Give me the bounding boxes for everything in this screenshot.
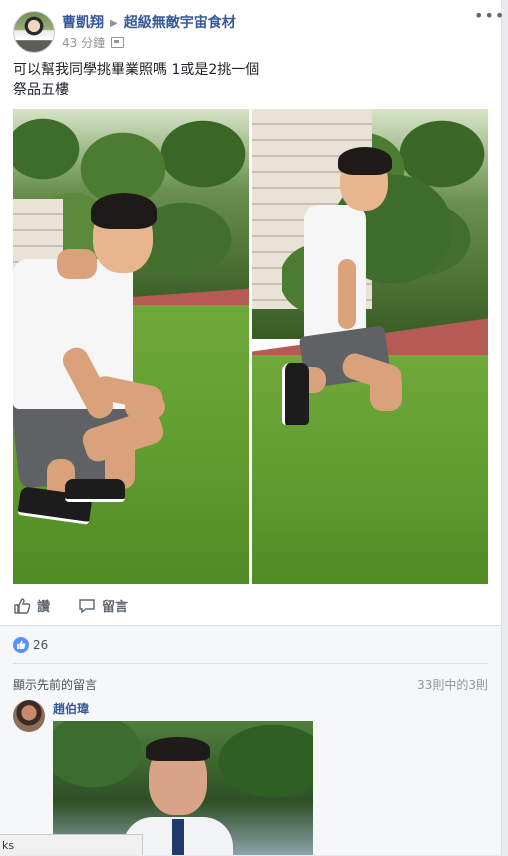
- divider: [13, 663, 488, 664]
- commenter-name-link[interactable]: 趙伯瑋: [53, 700, 89, 717]
- arrow-right-icon: ▶: [110, 18, 118, 29]
- author-avatar[interactable]: [13, 11, 55, 53]
- post-photo-2[interactable]: [252, 109, 488, 584]
- comments-section: 26 顯示先前的留言 33則中的3則 趙伯瑋: [0, 626, 501, 855]
- thumbs-up-icon: [14, 598, 31, 614]
- reaction-count: 26: [33, 638, 49, 652]
- post-text-line: 可以幫我同學挑畢業照嗎 1或是2挑一個: [13, 62, 260, 78]
- like-label: 讚: [37, 600, 51, 615]
- post-meta: 43 分鐘: [62, 34, 125, 51]
- more-options-icon[interactable]: •••: [474, 6, 505, 25]
- post-text: 可以幫我同學挑畢業照嗎 1或是2挑一個 祭品五樓: [13, 60, 259, 100]
- post-actions: 讚 留言: [0, 592, 501, 620]
- comment-bubble-icon: [79, 599, 95, 614]
- comment-count-text: 33則中的3則: [417, 678, 488, 692]
- reactions-summary[interactable]: 26: [13, 637, 48, 653]
- commenter-avatar[interactable]: [13, 700, 45, 732]
- comment-label: 留言: [102, 600, 129, 615]
- post-text-line: 祭品五樓: [13, 82, 69, 98]
- group-audience-icon: [111, 37, 125, 48]
- post-timestamp[interactable]: 43 分鐘: [62, 36, 105, 50]
- like-button[interactable]: 讚: [13, 596, 50, 615]
- view-previous-comments-link[interactable]: 顯示先前的留言: [13, 676, 97, 693]
- author-name-link[interactable]: 曹凱翔: [62, 15, 104, 31]
- like-reaction-icon: [13, 637, 29, 653]
- post-header: 曹凱翔 ▶ 超級無敵宇宙食材: [62, 12, 236, 32]
- status-bar-url: ks: [0, 834, 143, 855]
- group-name-link[interactable]: 超級無敵宇宙食材: [124, 15, 236, 31]
- comment-button[interactable]: 留言: [78, 596, 128, 615]
- post-photo-1[interactable]: [13, 109, 249, 584]
